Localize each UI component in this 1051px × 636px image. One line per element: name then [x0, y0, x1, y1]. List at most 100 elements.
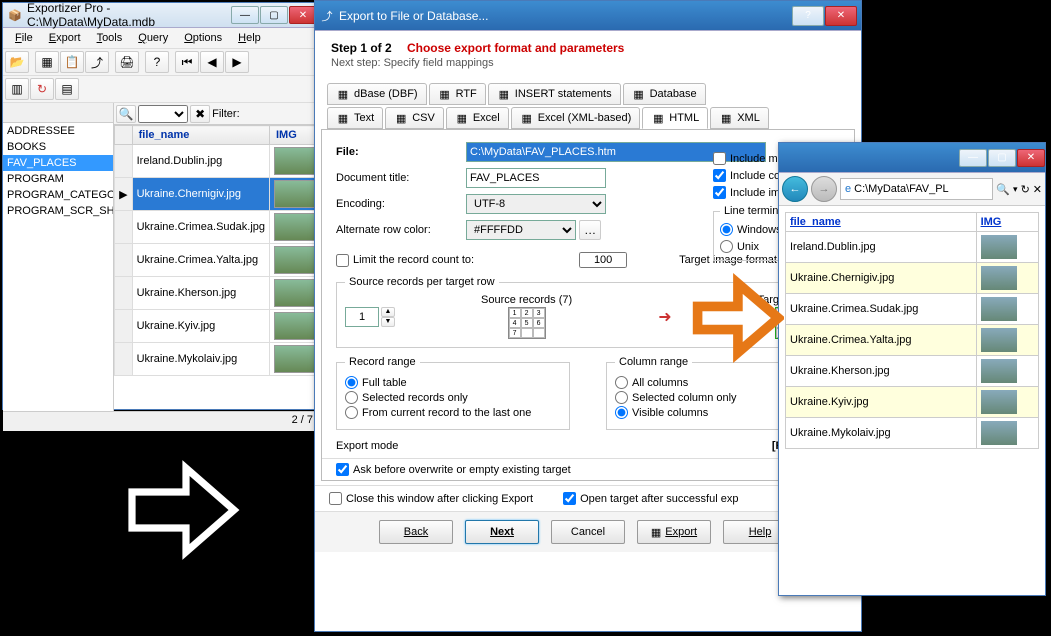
- col-filename[interactable]: file_name: [132, 126, 269, 145]
- tab-rtf[interactable]: ▦RTF: [429, 83, 486, 105]
- menu-file[interactable]: File: [7, 30, 41, 46]
- address-input[interactable]: e C:\MyData\FAV_PL: [840, 178, 993, 200]
- format-icon: ▦: [336, 111, 350, 125]
- table-row[interactable]: PROGRAM: [3, 171, 113, 187]
- search-icon[interactable]: 🔍: [996, 183, 1010, 196]
- tab-text[interactable]: ▦Text: [327, 107, 383, 129]
- back-button[interactable]: Back: [379, 520, 453, 544]
- browser-forward-icon[interactable]: →: [811, 176, 837, 202]
- table-row[interactable]: Ukraine.Mykolaiv.jpg: [115, 343, 321, 376]
- encoding-select[interactable]: UTF-8: [466, 194, 606, 214]
- table-row[interactable]: Ukraine.Kyiv.jpg: [115, 310, 321, 343]
- doctitle-input[interactable]: [466, 168, 606, 188]
- list-item[interactable]: Ireland.Dublin.jpg: [786, 232, 1039, 263]
- ask-overwrite-checkbox[interactable]: Ask before overwrite or empty existing t…: [336, 463, 840, 476]
- grid-icon[interactable]: ▦: [35, 51, 59, 73]
- copy-icon[interactable]: 📋: [60, 51, 84, 73]
- table-row[interactable]: BOOKS: [3, 139, 113, 155]
- spr-input[interactable]: [345, 307, 379, 327]
- tab-dbase-dbf-[interactable]: ▦dBase (DBF): [327, 83, 427, 105]
- help-icon[interactable]: ?: [145, 51, 169, 73]
- limit-checkbox[interactable]: Limit the record count to:: [336, 254, 474, 267]
- table-row[interactable]: FAV_PLACES: [3, 155, 113, 171]
- tab-database[interactable]: ▦Database: [623, 83, 706, 105]
- stop-icon[interactable]: ✕: [1033, 183, 1042, 196]
- data-pane: 🔍 ✖ Filter: file_name IMG Ireland.Dublin…: [114, 103, 321, 411]
- list-item[interactable]: Ukraine.Chernigiv.jpg: [786, 263, 1039, 294]
- refresh-icon[interactable]: ↻: [1021, 183, 1030, 196]
- close-after-checkbox[interactable]: Close this window after clicking Export: [329, 492, 533, 505]
- menu-query[interactable]: Query: [130, 30, 176, 46]
- step-header: Step 1 of 2 Choose export format and par…: [315, 31, 861, 75]
- res-col-filename[interactable]: file_name: [786, 213, 977, 232]
- first-record-icon[interactable]: ⏮: [175, 51, 199, 73]
- menu-export[interactable]: Export: [41, 30, 89, 46]
- list-item[interactable]: Ukraine.Crimea.Sudak.jpg: [786, 294, 1039, 325]
- radio-selected-records[interactable]: Selected records only: [345, 391, 561, 404]
- filter-combo[interactable]: [138, 105, 188, 123]
- find-icon[interactable]: 🔍: [116, 105, 136, 123]
- open-after-checkbox[interactable]: Open target after successful exp: [563, 492, 738, 505]
- list-item[interactable]: Ukraine.Crimea.Yalta.jpg: [786, 325, 1039, 356]
- list-item[interactable]: Ukraine.Kyiv.jpg: [786, 387, 1039, 418]
- maximize-button[interactable]: ▢: [260, 6, 288, 24]
- browser-maximize[interactable]: ▢: [988, 149, 1016, 167]
- tab-excel[interactable]: ▦Excel: [446, 107, 509, 129]
- radio-full-table[interactable]: Full table: [345, 376, 561, 389]
- altrow-browse-button[interactable]: …: [579, 220, 601, 240]
- tab-html[interactable]: ▦HTML: [642, 107, 708, 129]
- table-row[interactable]: Ukraine.Crimea.Yalta.jpg: [115, 244, 321, 277]
- radio-unix[interactable]: Unix: [720, 240, 759, 253]
- tab-xml[interactable]: ▦XML: [710, 107, 769, 129]
- spr-down[interactable]: ▼: [381, 317, 395, 327]
- altrow-select[interactable]: #FFFFDD: [466, 220, 576, 240]
- menu-help[interactable]: Help: [230, 30, 269, 46]
- tab-insert-statements[interactable]: ▦INSERT statements: [488, 83, 621, 105]
- col-img[interactable]: IMG: [270, 126, 321, 145]
- refresh-icon[interactable]: ↻: [30, 78, 54, 100]
- browser-minimize[interactable]: —: [959, 149, 987, 167]
- table-row[interactable]: PROGRAM_SCR_SHOT: [3, 203, 113, 219]
- prev-record-icon[interactable]: ◀: [200, 51, 224, 73]
- table-row[interactable]: Ukraine.Crimea.Sudak.jpg: [115, 211, 321, 244]
- browser-back-icon[interactable]: ←: [782, 176, 808, 202]
- close-button[interactable]: ✕: [289, 6, 317, 24]
- menu-options[interactable]: Options: [176, 30, 230, 46]
- step-sub: Next step: Specify field mappings: [331, 57, 845, 69]
- ie-icon: e: [845, 183, 851, 195]
- export-button[interactable]: ▦Export: [637, 520, 711, 544]
- dialog-help-icon[interactable]: ?: [792, 6, 824, 26]
- export-icon[interactable]: ⤴: [85, 51, 109, 73]
- res-col-img[interactable]: IMG: [976, 213, 1038, 232]
- list-icon[interactable]: ▥: [5, 78, 29, 100]
- detail-icon[interactable]: ▤: [55, 78, 79, 100]
- tab-csv[interactable]: ▦CSV: [385, 107, 444, 129]
- radio-from-current[interactable]: From current record to the last one: [345, 406, 561, 419]
- cancel-button[interactable]: Cancel: [551, 520, 625, 544]
- table-row[interactable]: ▶Ukraine.Chernigiv.jpg: [115, 178, 321, 211]
- browser-close[interactable]: ✕: [1017, 149, 1045, 167]
- table-row[interactable]: Ukraine.Kherson.jpg: [115, 277, 321, 310]
- main-titlebar[interactable]: 📦 Exportizer Pro - C:\MyData\MyData.mdb …: [3, 3, 321, 28]
- tab-excel-xml-based-[interactable]: ▦Excel (XML-based): [511, 107, 641, 129]
- next-button[interactable]: Next: [465, 520, 539, 544]
- next-record-icon[interactable]: ▶: [225, 51, 249, 73]
- list-item[interactable]: Ukraine.Mykolaiv.jpg: [786, 418, 1039, 449]
- format-icon: ▦: [520, 111, 534, 125]
- open-icon[interactable]: 📂: [5, 51, 29, 73]
- table-row[interactable]: ADDRESSEE: [3, 123, 113, 139]
- minimize-button[interactable]: —: [231, 6, 259, 24]
- spr-up[interactable]: ▲: [381, 307, 395, 317]
- browser-titlebar[interactable]: — ▢ ✕: [779, 143, 1045, 173]
- clear-filter-icon[interactable]: ✖: [190, 105, 210, 123]
- data-grid[interactable]: file_name IMG Ireland.Dublin.jpg▶Ukraine…: [114, 125, 321, 411]
- dialog-close-button[interactable]: ✕: [825, 6, 857, 26]
- limit-input[interactable]: [579, 252, 627, 268]
- list-item[interactable]: Ukraine.Kherson.jpg: [786, 356, 1039, 387]
- export-titlebar[interactable]: ⤴ Export to File or Database... ? ✕: [315, 1, 861, 31]
- print-icon[interactable]: 🖨: [115, 51, 139, 73]
- table-row[interactable]: Ireland.Dublin.jpg: [115, 145, 321, 178]
- data-toolbar: 🔍 ✖ Filter:: [114, 103, 321, 125]
- table-row[interactable]: PROGRAM_CATEGORY: [3, 187, 113, 203]
- menu-tools[interactable]: Tools: [89, 30, 131, 46]
